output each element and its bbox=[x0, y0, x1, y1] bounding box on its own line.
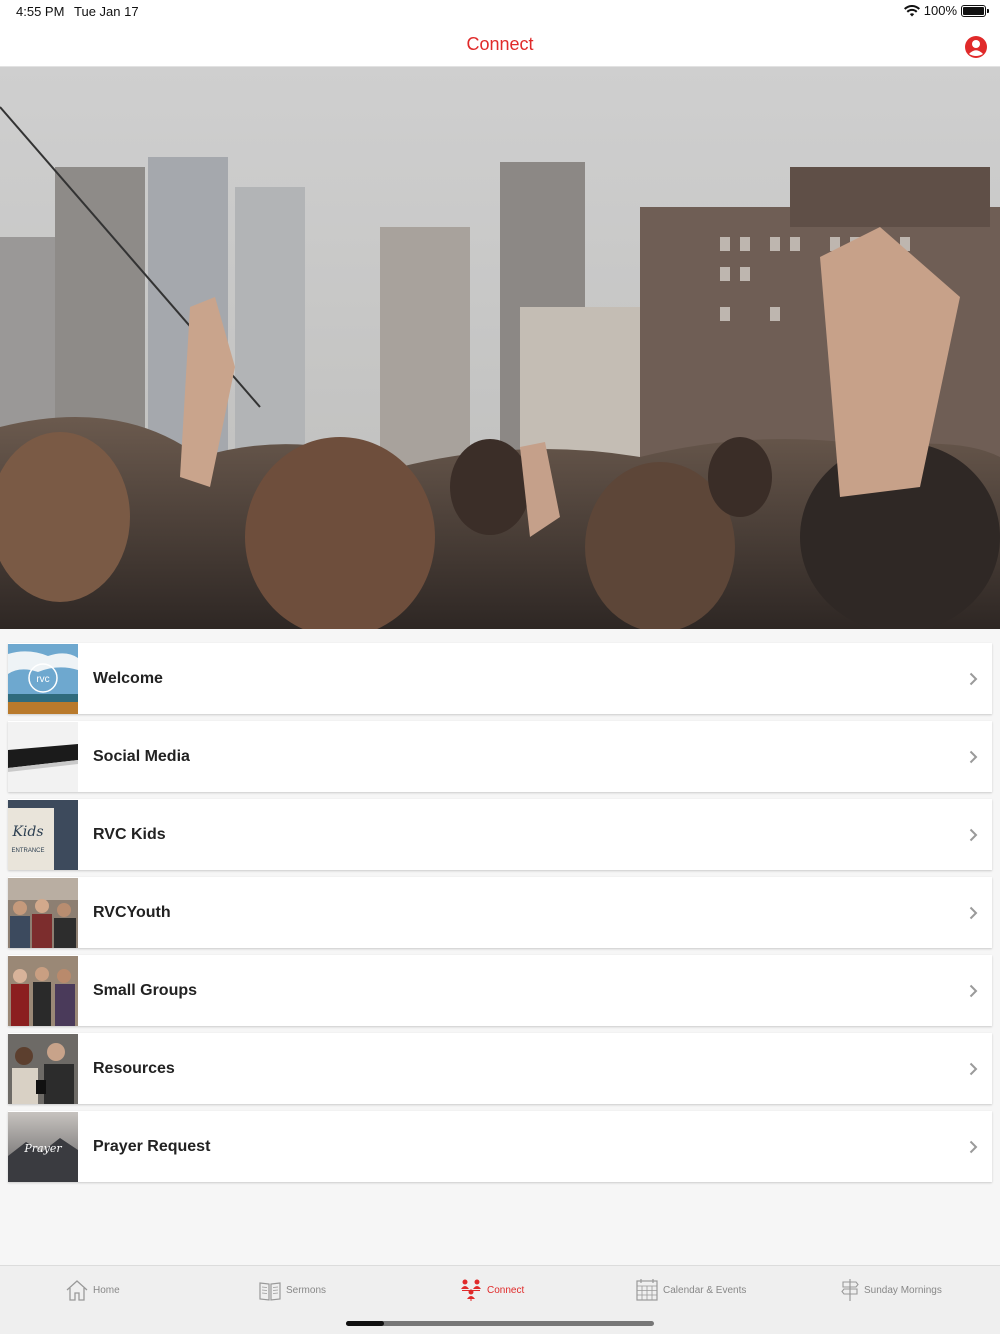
tab-sermons[interactable]: Sermons bbox=[258, 1278, 326, 1302]
thumb-rvc-youth bbox=[8, 877, 78, 948]
list-item-rvc-youth[interactable]: RVCYouth bbox=[8, 877, 992, 948]
hero-image bbox=[0, 67, 1000, 629]
profile-icon[interactable] bbox=[964, 35, 988, 59]
navigation-bar: Connect bbox=[0, 24, 1000, 67]
list-item-label: RVCYouth bbox=[93, 903, 171, 921]
tab-home[interactable]: Home bbox=[65, 1278, 120, 1302]
svg-text:rvc: rvc bbox=[36, 674, 49, 685]
list-item-social-media[interactable]: Social Media bbox=[8, 721, 992, 792]
tab-sunday-mornings[interactable]: Sunday Mornings bbox=[840, 1278, 942, 1302]
home-indicator-segment bbox=[346, 1321, 384, 1326]
home-indicator[interactable] bbox=[346, 1321, 654, 1326]
list-item-rvc-kids[interactable]: Kids ENTRANCE RVC Kids bbox=[8, 799, 992, 870]
list-item-small-groups[interactable]: Small Groups bbox=[8, 955, 992, 1026]
status-time: 4:55 PM bbox=[16, 4, 65, 19]
wifi-icon bbox=[903, 4, 920, 16]
thumb-welcome: rvc bbox=[8, 643, 78, 714]
signpost-icon bbox=[841, 1279, 859, 1301]
list-item-welcome[interactable]: rvc Welcome bbox=[8, 643, 992, 714]
tab-label: Connect bbox=[487, 1284, 525, 1296]
tab-connect[interactable]: Connect bbox=[459, 1278, 524, 1302]
chevron-right-icon bbox=[969, 1062, 978, 1076]
svg-text:Kids: Kids bbox=[11, 824, 43, 840]
list-item-label: Social Media bbox=[93, 747, 190, 765]
chevron-right-icon bbox=[969, 906, 978, 920]
tab-label: Home bbox=[93, 1284, 120, 1296]
list-item-label: Small Groups bbox=[93, 981, 198, 999]
battery-icon bbox=[961, 4, 989, 17]
tab-label: Sermons bbox=[286, 1284, 327, 1296]
tab-label: Calendar & Events bbox=[663, 1284, 747, 1296]
tab-label: Sunday Mornings bbox=[864, 1284, 942, 1296]
home-icon bbox=[66, 1280, 88, 1301]
chevron-right-icon bbox=[969, 750, 978, 764]
list-item-prayer-request[interactable]: Prayer Prayer Request bbox=[8, 1111, 992, 1182]
thumb-prayer-request: Prayer bbox=[8, 1111, 78, 1182]
connect-people-icon bbox=[461, 1279, 481, 1301]
connect-menu-list: rvc Welcome Social Media Kids ENTRANCE R… bbox=[8, 643, 992, 1189]
list-item-label: Resources bbox=[93, 1059, 175, 1077]
list-item-label: RVC Kids bbox=[93, 825, 166, 843]
list-item-resources[interactable]: Resources bbox=[8, 1033, 992, 1104]
svg-text:Prayer: Prayer bbox=[23, 1142, 62, 1155]
chevron-right-icon bbox=[969, 1140, 978, 1154]
chevron-right-icon bbox=[969, 672, 978, 686]
calendar-icon bbox=[636, 1279, 658, 1301]
battery-percent: 100% bbox=[923, 3, 957, 18]
list-item-label: Welcome bbox=[93, 669, 163, 687]
chevron-right-icon bbox=[969, 828, 978, 842]
hero-illustration bbox=[0, 67, 1000, 629]
status-indicators: 100% bbox=[903, 3, 989, 18]
svg-text:ENTRANCE: ENTRANCE bbox=[11, 848, 44, 854]
thumb-social-media bbox=[8, 721, 78, 792]
thumb-small-groups bbox=[8, 955, 78, 1026]
page-title: Connect bbox=[466, 34, 534, 54]
list-item-label: Prayer Request bbox=[93, 1137, 211, 1155]
book-icon bbox=[259, 1282, 281, 1301]
thumb-rvc-kids: Kids ENTRANCE bbox=[8, 799, 78, 870]
thumb-resources bbox=[8, 1033, 78, 1104]
chevron-right-icon bbox=[969, 984, 978, 998]
tab-calendar-events[interactable]: Calendar & Events bbox=[635, 1278, 746, 1302]
status-bar: 4:55 PM Tue Jan 17 100% bbox=[0, 0, 1000, 24]
status-date: Tue Jan 17 bbox=[74, 4, 139, 19]
